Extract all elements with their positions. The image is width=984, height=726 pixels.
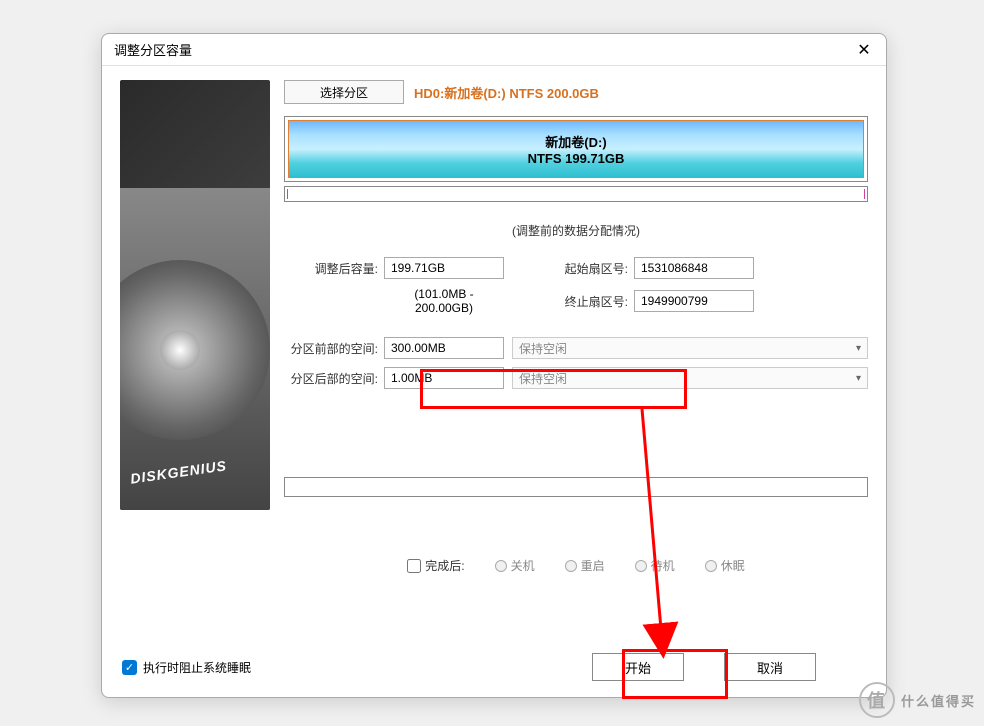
end-sector-label: 终止扇区号: (534, 293, 634, 310)
space-before-select[interactable]: 保持空闲 ▾ (512, 337, 868, 359)
usage-bar (284, 186, 868, 202)
cancel-button[interactable]: 取消 (724, 653, 816, 681)
select-partition-button[interactable]: 选择分区 (284, 80, 404, 104)
checkbox-checked-icon: ✓ (122, 660, 137, 675)
dialog-content: DISKGENIUS 选择分区 HD0:新加卷(D:) NTFS 200.0GB… (102, 66, 886, 637)
watermark-icon: 值 (859, 682, 895, 718)
shutdown-radio[interactable]: 关机 (495, 557, 535, 574)
right-panel: 选择分区 HD0:新加卷(D:) NTFS 200.0GB 新加卷(D:) NT… (284, 80, 868, 623)
space-after-label: 分区后部的空间: (284, 370, 384, 387)
space-after-select[interactable]: 保持空闲 ▾ (512, 367, 868, 389)
partition-size: NTFS 199.71GB (528, 151, 625, 166)
bottom-bar: ✓ 执行时阻止系统睡眠 开始 取消 (102, 637, 886, 697)
resize-partition-dialog: 调整分区容量 ✕ DISKGENIUS 选择分区 HD0:新加卷(D:) NTF… (101, 33, 887, 698)
space-before-input[interactable] (384, 337, 504, 359)
after-size-label: 调整后容量: (284, 260, 384, 277)
after-action-row: 完成后: 关机 重启 待机 休眠 (284, 557, 868, 574)
end-sector-input[interactable] (634, 290, 754, 312)
space-after-input[interactable] (384, 367, 504, 389)
start-sector-input[interactable] (634, 257, 754, 279)
start-button[interactable]: 开始 (592, 653, 684, 681)
after-action-checkbox[interactable]: 完成后: (407, 557, 464, 574)
partition-preview[interactable]: 新加卷(D:) NTFS 199.71GB (284, 116, 868, 182)
range-hint: (101.0MB - 200.00GB) (384, 287, 504, 315)
progress-bar (284, 477, 868, 497)
disk-illustration: DISKGENIUS (120, 80, 270, 510)
close-icon[interactable]: ✕ (854, 40, 874, 60)
before-state-label: (调整前的数据分配情况) (284, 222, 868, 239)
watermark-text: 什么值得买 (901, 691, 976, 710)
space-before-label: 分区前部的空间: (284, 340, 384, 357)
titlebar: 调整分区容量 ✕ (102, 34, 886, 66)
chevron-down-icon: ▾ (856, 343, 861, 354)
restart-radio[interactable]: 重启 (565, 557, 605, 574)
watermark: 值 什么值得买 (859, 682, 976, 718)
start-sector-label: 起始扇区号: (534, 260, 634, 277)
after-size-input[interactable] (384, 257, 504, 279)
chevron-down-icon: ▾ (856, 373, 861, 384)
dialog-title: 调整分区容量 (114, 40, 192, 59)
prevent-sleep-checkbox[interactable]: ✓ 执行时阻止系统睡眠 (122, 659, 251, 676)
hibernate-radio[interactable]: 休眠 (705, 557, 745, 574)
selected-disk-label: HD0:新加卷(D:) NTFS 200.0GB (414, 83, 599, 102)
partition-name: 新加卷(D:) (545, 132, 606, 151)
standby-radio[interactable]: 待机 (635, 557, 675, 574)
